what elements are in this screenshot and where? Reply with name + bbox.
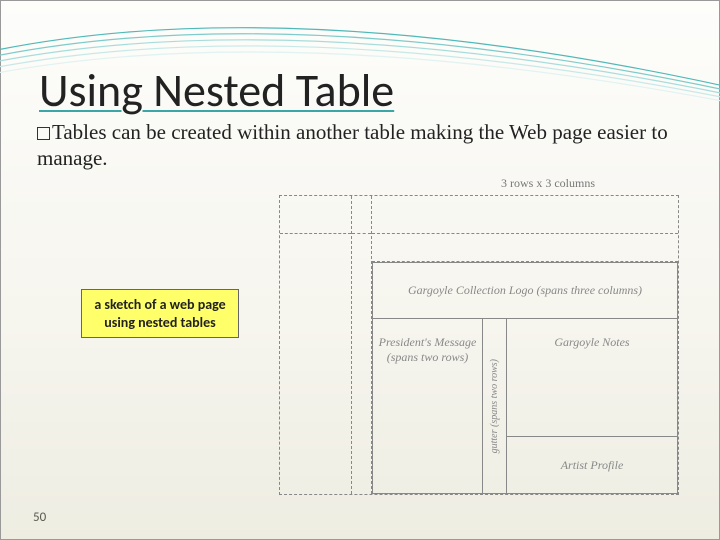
gutter-text: gutter (spans two rows)	[489, 359, 500, 453]
sketch-caption: 3 rows x 3 columns	[279, 176, 679, 191]
artist-cell: Artist Profile	[507, 437, 677, 493]
gutter-cell: gutter (spans two rows)	[483, 319, 507, 493]
bullet-square-icon	[37, 127, 50, 140]
outer-col-2	[352, 196, 372, 494]
inner-solid-table: Gargoyle Collection Logo (spans three co…	[372, 262, 678, 494]
notes-cell: Gargoyle Notes	[507, 319, 677, 437]
bullet-text: Tables can be created within another tab…	[37, 120, 668, 170]
nested-table-sketch: 3 rows x 3 columns Gargoyle Collection L…	[279, 176, 679, 495]
callout-box: a sketch of a web page using nested tabl…	[81, 289, 239, 338]
bullet-paragraph: Tables can be created within another tab…	[37, 119, 677, 172]
slide-title: Using Nested Table	[39, 63, 394, 119]
outer-col-3: Gargoyle Collection Logo (spans three co…	[372, 196, 678, 494]
page-number: 50	[33, 510, 46, 525]
outer-col-1	[280, 196, 352, 494]
inner-header-cell: Gargoyle Collection Logo (spans three co…	[373, 263, 677, 319]
outer-dashed-table: Gargoyle Collection Logo (spans three co…	[279, 195, 679, 495]
president-cell: President's Message (spans two rows)	[373, 319, 483, 493]
